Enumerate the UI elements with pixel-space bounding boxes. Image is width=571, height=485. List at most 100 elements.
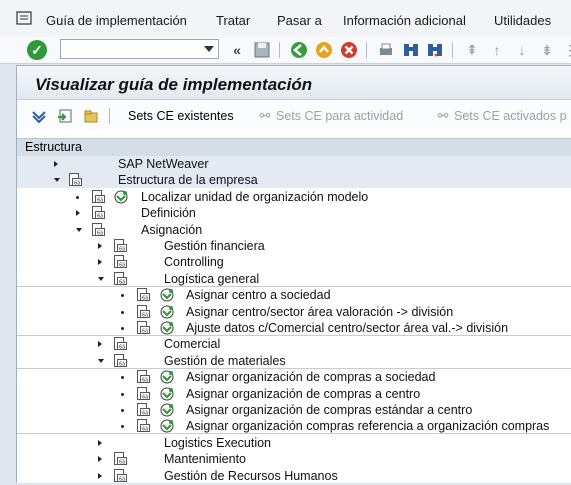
- tree-node-label[interactable]: Mantenimiento: [164, 452, 246, 466]
- menu-utilidades[interactable]: Utilidades: [494, 13, 551, 28]
- documentation-icon[interactable]: 6ä: [114, 255, 127, 269]
- print-icon[interactable]: [376, 40, 396, 60]
- expand-all-icon[interactable]: [31, 108, 47, 124]
- execute-activity-icon[interactable]: [160, 419, 174, 433]
- cancel-icon[interactable]: [339, 40, 359, 60]
- tree-node[interactable]: 6ä Gestión de materiales: [17, 353, 571, 369]
- tree-node[interactable]: 6ä Asignar centro/sector área valoración …: [17, 304, 571, 320]
- tree-node-label[interactable]: Asignación: [141, 223, 202, 237]
- tree-node[interactable]: 6ä Comercial: [17, 336, 571, 352]
- expand-node-icon[interactable]: [98, 341, 102, 348]
- tree-node[interactable]: 6ä Localizar unidad de organización model…: [17, 189, 571, 205]
- tree-node[interactable]: 6ä Asignación: [17, 222, 571, 238]
- enter-check-icon[interactable]: ✓: [27, 40, 47, 60]
- tree-node[interactable]: 6ä Ajuste datos c/Comercial centro/sector…: [17, 320, 571, 336]
- find-next-icon[interactable]: [425, 40, 445, 60]
- tree-node[interactable]: 6ä Mantenimiento: [17, 451, 571, 467]
- tree-node-label[interactable]: Asignar centro/sector área valoración ->…: [186, 305, 453, 319]
- sets-ce-existentes-button[interactable]: Sets CE existentes: [128, 109, 234, 123]
- tree-node[interactable]: 6ä Gestión de Recursos Humanos: [17, 468, 571, 484]
- execute-activity-icon[interactable]: [160, 403, 174, 417]
- menu-guia-implementacion[interactable]: Guía de implementación: [46, 13, 187, 28]
- execute-activity-icon[interactable]: [160, 321, 174, 335]
- expand-node-icon[interactable]: [98, 243, 102, 249]
- tree-node[interactable]: 6ä Controlling: [17, 254, 571, 270]
- documentation-icon[interactable]: 6ä: [137, 419, 150, 433]
- execute-activity-icon[interactable]: [160, 305, 174, 319]
- tree-node-label[interactable]: Asignar organización compras referencia …: [186, 419, 549, 433]
- expand-node-icon[interactable]: [54, 161, 58, 167]
- tree-node-label[interactable]: Logística general: [164, 272, 259, 286]
- tree-node[interactable]: 6ä Asignar centro a sociedad: [17, 287, 571, 303]
- tree-node-label[interactable]: Gestión de materiales: [164, 354, 286, 368]
- find-icon[interactable]: [401, 40, 421, 60]
- expand-node-icon[interactable]: [76, 210, 80, 217]
- documentation-icon[interactable]: 6ä: [137, 304, 150, 318]
- documentation-icon[interactable]: 6ä: [114, 468, 127, 482]
- sets-ce-para-actividad-button[interactable]: Sets CE para actividad: [276, 109, 403, 123]
- tree-node-label[interactable]: SAP NetWeaver: [118, 157, 209, 171]
- tree-node[interactable]: 6ä Asignar organización de compras a cent…: [17, 386, 571, 402]
- collapse-node-icon[interactable]: [54, 178, 60, 183]
- documentation-icon[interactable]: 6ä: [114, 337, 127, 351]
- expand-node-icon[interactable]: [98, 439, 102, 446]
- previous-page-icon[interactable]: ↑: [487, 40, 507, 60]
- tree-node-label[interactable]: Logistics Execution: [164, 436, 271, 450]
- tree-node-label[interactable]: Asignar organización de compras a centro: [186, 387, 420, 401]
- menu-tratar[interactable]: Tratar: [216, 13, 250, 28]
- tree-node-label[interactable]: Comercial: [164, 337, 220, 351]
- tree-node-label[interactable]: Gestión de Recursos Humanos: [164, 469, 338, 483]
- tree-node[interactable]: 6ä Logística general: [17, 271, 571, 287]
- documentation-icon[interactable]: 6ä: [114, 239, 127, 253]
- tree-node[interactable]: SAP NetWeaver: [17, 156, 571, 172]
- more-icon[interactable]: ⋮: [560, 40, 571, 60]
- export-icon[interactable]: [57, 108, 73, 124]
- tree-node[interactable]: 6ä Asignar organización compras referenci…: [17, 418, 571, 435]
- tree-node[interactable]: Logistics Execution: [17, 435, 571, 451]
- tree-node[interactable]: 6ä Asignar organización de compras a soci…: [17, 369, 571, 385]
- tree-node-label[interactable]: Controlling: [164, 255, 224, 269]
- documentation-icon[interactable]: 6ä: [114, 452, 127, 466]
- tree-node-label[interactable]: Asignar organización de compras estándar…: [186, 403, 472, 417]
- tree-node[interactable]: 6ä Asignar organización de compras estánd…: [17, 402, 571, 418]
- tree-node-label[interactable]: Gestión financiera: [164, 239, 265, 253]
- documentation-icon[interactable]: 6ä: [137, 288, 150, 302]
- collapse-node-icon[interactable]: [98, 358, 104, 363]
- app-menu-icon[interactable]: [16, 11, 32, 25]
- save-icon[interactable]: [252, 40, 272, 60]
- execute-activity-icon[interactable]: [160, 370, 174, 384]
- collapse-node-icon[interactable]: [76, 227, 82, 232]
- documentation-icon[interactable]: 6ä: [137, 403, 150, 417]
- documentation-icon[interactable]: 6ä: [69, 173, 82, 187]
- execute-activity-icon[interactable]: [160, 387, 174, 401]
- documentation-icon[interactable]: 6ä: [114, 271, 127, 285]
- execute-activity-icon[interactable]: [114, 190, 128, 204]
- last-page-icon[interactable]: ⇟: [537, 40, 557, 60]
- documentation-icon[interactable]: 6ä: [114, 353, 127, 367]
- first-page-icon[interactable]: ⇞: [462, 40, 482, 60]
- tree-node-label[interactable]: Localizar unidad de organización modelo: [141, 190, 368, 204]
- tree-node[interactable]: 6ä Estructura de la empresa: [17, 172, 571, 189]
- documentation-icon[interactable]: 6ä: [137, 370, 150, 384]
- expand-node-icon[interactable]: [98, 259, 102, 266]
- collapse-node-icon[interactable]: [98, 276, 104, 281]
- next-page-icon[interactable]: ↓: [512, 40, 532, 60]
- documentation-icon[interactable]: 6ä: [137, 321, 150, 335]
- exit-icon[interactable]: [314, 40, 334, 60]
- back-double-arrow-icon[interactable]: «: [227, 40, 247, 60]
- back-icon[interactable]: [289, 40, 309, 60]
- expand-node-icon[interactable]: [98, 472, 102, 479]
- tree-node-label[interactable]: Definición: [141, 206, 196, 220]
- documentation-icon[interactable]: 6ä: [92, 189, 105, 203]
- sets-ce-activados-button[interactable]: Sets CE activados p: [454, 109, 567, 123]
- documentation-icon[interactable]: 6ä: [92, 206, 105, 220]
- documentation-icon[interactable]: 6ä: [92, 222, 105, 236]
- tree-node-label[interactable]: Asignar centro a sociedad: [186, 288, 331, 302]
- tree-node[interactable]: 6ä Gestión financiera: [17, 238, 571, 254]
- folder-icon[interactable]: [83, 108, 99, 124]
- expand-node-icon[interactable]: [98, 456, 102, 463]
- command-field[interactable]: [60, 39, 219, 59]
- tree-node[interactable]: 6ä Definición: [17, 205, 571, 221]
- tree-node-label[interactable]: Ajuste datos c/Comercial centro/sector á…: [186, 321, 508, 335]
- tree-node-label[interactable]: Estructura de la empresa: [118, 173, 258, 187]
